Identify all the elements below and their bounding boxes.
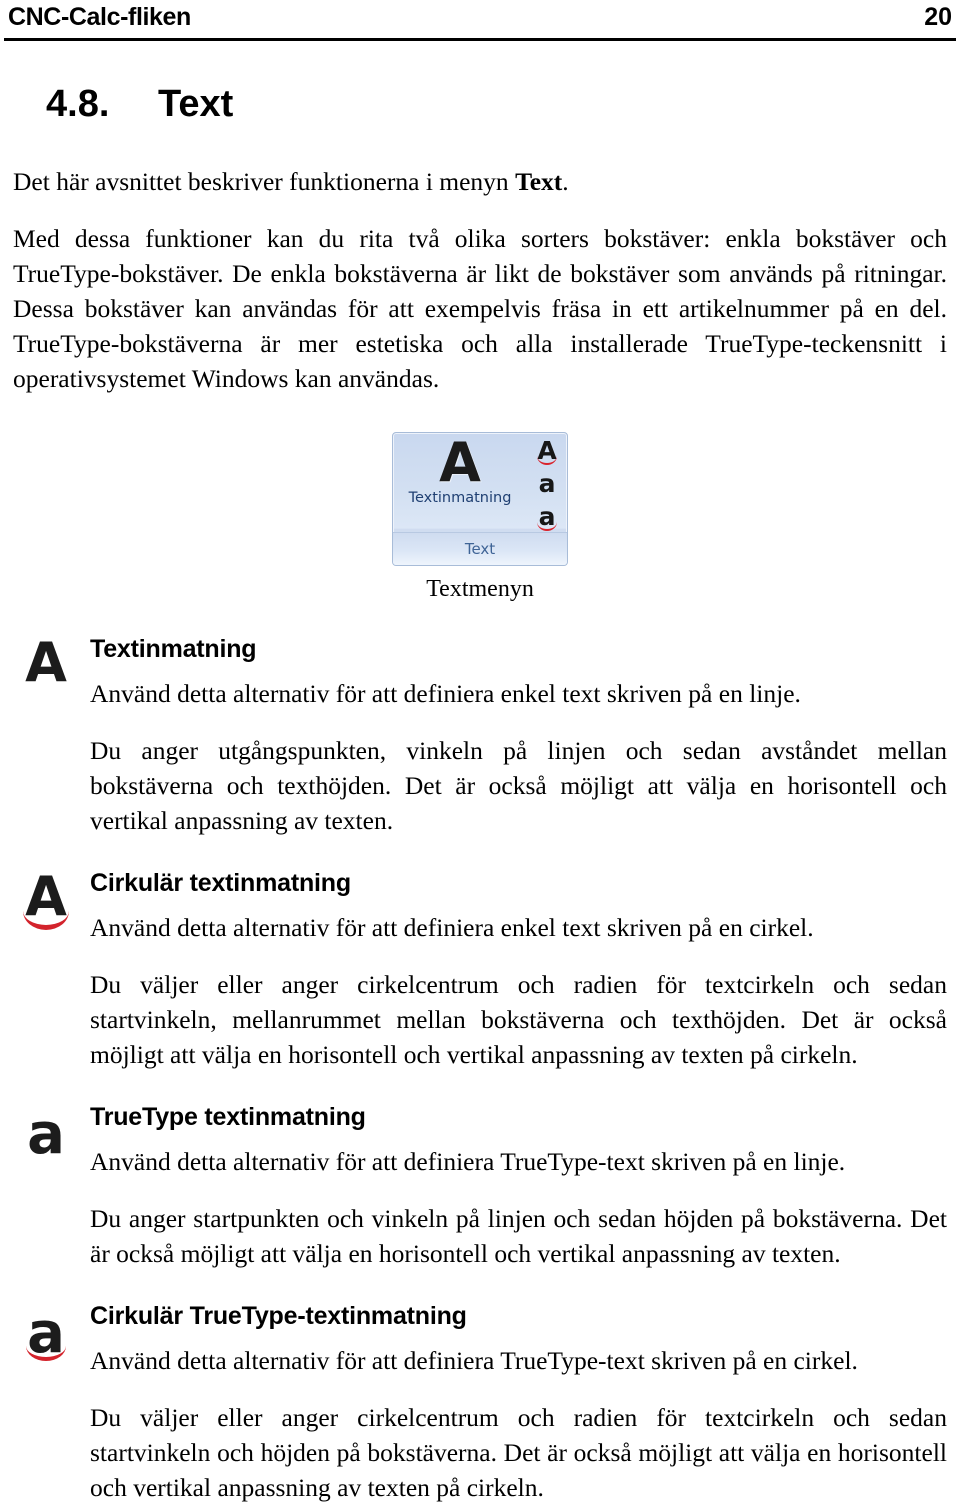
option-heading: Textinmatning [90, 635, 257, 663]
option-block-textinmatning: A Textinmatning Använd detta alternativ … [8, 634, 952, 838]
option-block-cirkular-truetype-textinmatning: a Cirkulär TrueType-textinmatning Använd… [8, 1301, 952, 1505]
ribbon-panel-body: A Textinmatning A a a [393, 433, 567, 533]
header-divider [4, 38, 956, 41]
letter-a-lowercase-icon: a [27, 1102, 65, 1167]
option-block-truetype-textinmatning: a TrueType textinmatning Använd detta al… [8, 1102, 952, 1271]
figure-caption: Textmenyn [426, 576, 534, 602]
page-content: 4.8. Text Det här avsnittet beskriver fu… [8, 82, 952, 1505]
ribbon-group-label: Text [464, 540, 496, 558]
option-paragraph: Använd detta alternativ för att definier… [90, 1147, 846, 1176]
option-paragraph: Du väljer eller anger cirkelcentrum och … [90, 1403, 947, 1502]
option-block-cirkular-textinmatning: A Cirkulär textinmatning Använd detta al… [8, 868, 952, 1072]
option-paragraph: Använd detta alternativ för att definier… [90, 913, 814, 942]
option-icon-wrapper: a [14, 1303, 78, 1367]
ribbon-group-footer: Text [393, 532, 567, 565]
intro-paragraph-2: Med dessa funktioner kan du rita två oli… [13, 224, 947, 393]
intro-paragraph-1: Det här avsnittet beskriver funktionerna… [8, 164, 952, 199]
intro-p1-text-before: Det här avsnittet beskriver funktionerna… [13, 167, 516, 196]
truetype-text-icon: a [16, 1104, 76, 1166]
option-icon-wrapper: a [14, 1104, 78, 1168]
option-paragraph: Du anger startpunkten och vinkeln på lin… [90, 1204, 947, 1268]
option-heading: TrueType textinmatning [90, 1103, 366, 1131]
ribbon-panel-text: A Textinmatning A a a Text [392, 432, 568, 566]
ribbon-small-button-column: A a a [527, 433, 567, 533]
letter-a-uppercase-icon: A [25, 631, 67, 694]
option-heading: Cirkulär textinmatning [90, 869, 351, 897]
option-heading: Cirkulär TrueType-textinmatning [90, 1302, 467, 1330]
letter-a-uppercase-icon: A [439, 432, 481, 494]
option-paragraph: Använd detta alternativ för att definier… [90, 679, 801, 708]
header-page-number: 20 [924, 3, 952, 31]
option-paragraph: Använd detta alternativ för att definier… [90, 1346, 858, 1375]
letter-a-lowercase-icon: a [538, 469, 556, 498]
ribbon-button-label: Textinmatning [408, 490, 512, 506]
intro-p1-text-after: . [562, 167, 569, 196]
option-paragraph: Du anger utgångspunkten, vinkeln på linj… [90, 736, 947, 835]
ribbon-button-textinmatning[interactable]: A Textinmatning [393, 433, 527, 533]
page-title: 4.8. Text [46, 83, 234, 125]
figure-text-menu: A Textinmatning A a a Text Textmenyn [8, 432, 952, 604]
circular-text-icon: A [16, 870, 76, 932]
intro-p1-menu-name: Text [515, 167, 563, 196]
circular-truetype-text-icon: a [16, 1303, 76, 1365]
header-document-title: CNC-Calc-fliken [8, 3, 191, 31]
option-paragraph: Du väljer eller anger cirkelcentrum och … [90, 970, 947, 1069]
option-icon-wrapper: A [14, 870, 78, 934]
ribbon-small-button-circular-text[interactable]: A [534, 435, 560, 466]
ribbon-small-button-truetype-text[interactable]: a [534, 468, 560, 499]
text-icon: A [16, 636, 76, 698]
ribbon-small-button-circular-truetype-text[interactable]: a [534, 501, 560, 532]
option-icon-wrapper: A [14, 636, 78, 700]
